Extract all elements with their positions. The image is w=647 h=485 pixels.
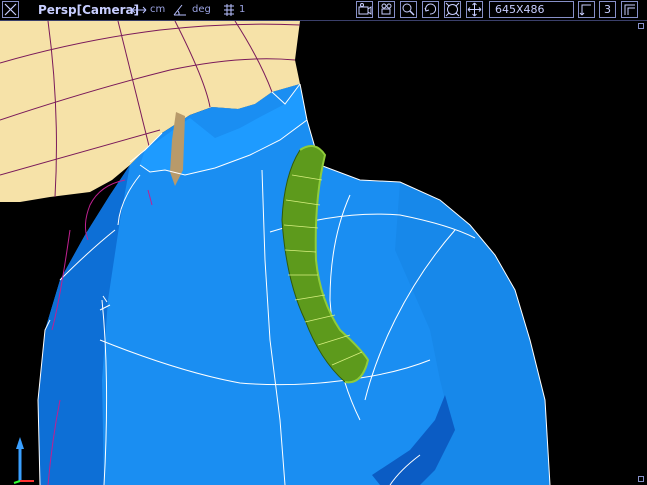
layout-count-button[interactable]: 3 <box>599 1 616 18</box>
snap-value-label[interactable]: 1 <box>239 2 245 18</box>
corner-marker-top-right <box>638 23 644 29</box>
viewport-toolbar: Persp[Camera] cm deg 1 645X486 3 <box>0 0 647 21</box>
corner-marker-bottom-right <box>638 476 644 482</box>
close-x-icon[interactable] <box>2 1 19 18</box>
3d-viewport[interactable] <box>0 21 647 485</box>
viewport-window: Persp[Camera] cm deg 1 645X486 3 <box>0 0 647 485</box>
scene-render <box>0 21 551 485</box>
pan-arrows-icon[interactable] <box>466 1 483 18</box>
maximize-corner-icon[interactable] <box>621 1 638 18</box>
zoom-icon[interactable] <box>400 1 417 18</box>
resolution-field[interactable]: 645X486 <box>489 1 574 18</box>
layout-icon[interactable] <box>578 1 595 18</box>
camera-icon[interactable] <box>356 1 373 18</box>
angle-icon <box>172 2 188 18</box>
xyz-axis-icon <box>13 437 34 484</box>
double-arrow-icon <box>131 2 147 18</box>
length-units-label[interactable]: cm <box>150 2 165 18</box>
rotate-icon[interactable] <box>422 1 439 18</box>
video-camera-icon[interactable] <box>378 1 395 18</box>
snap-grid-icon <box>221 2 237 18</box>
fit-sphere-icon[interactable] <box>444 1 461 18</box>
angle-units-label[interactable]: deg <box>192 2 211 18</box>
view-camera-label[interactable]: Persp[Camera] <box>38 2 139 18</box>
